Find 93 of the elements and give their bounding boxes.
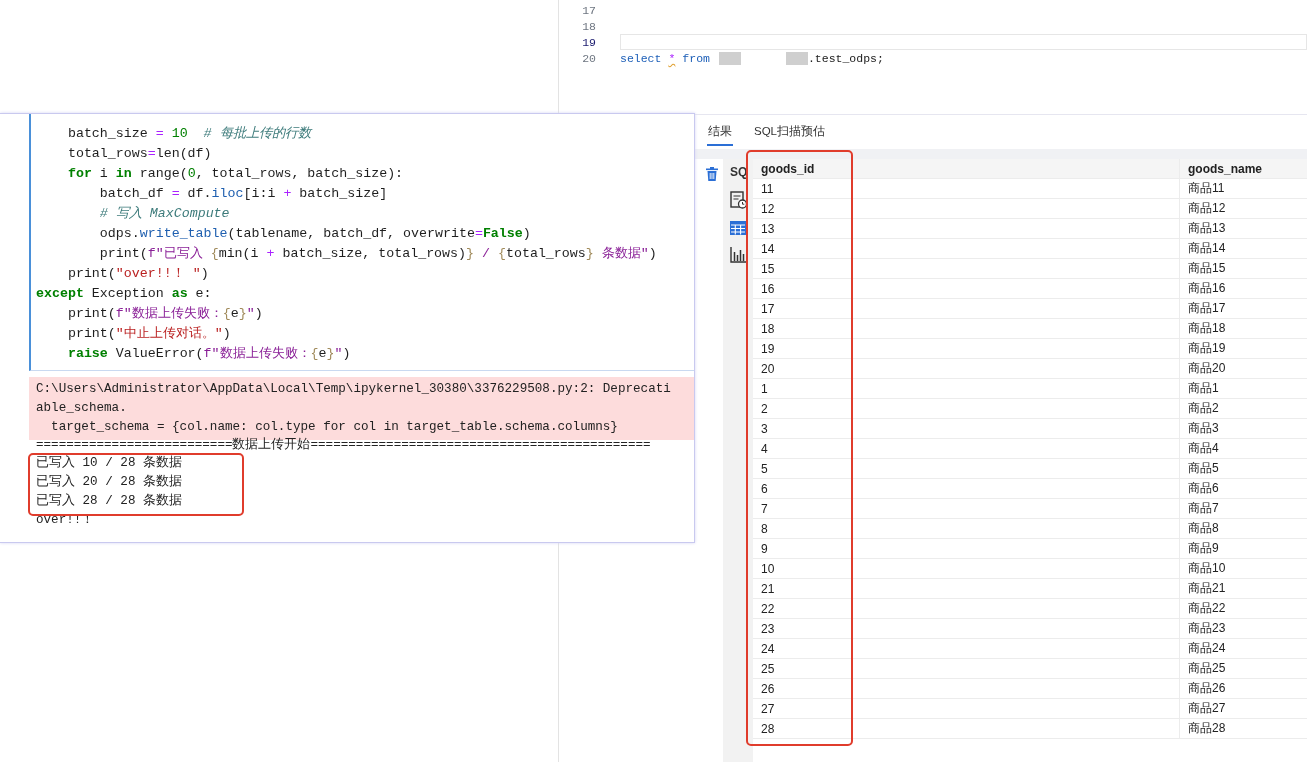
table-cell: 1 — [753, 379, 1180, 398]
table-cell: 23 — [753, 619, 1180, 638]
redaction-mark — [718, 51, 741, 65]
table-cell-text: 商品27 — [1187, 700, 1226, 717]
code-line: total_rows=len(df) — [66, 145, 213, 163]
table-cell: 15 — [753, 259, 1180, 278]
table-cell: 3 — [753, 419, 1180, 438]
report-icon[interactable] — [730, 191, 748, 209]
table-cell-text: 商品18 — [1187, 320, 1226, 337]
table-cell-text: 商品6 — [1187, 480, 1219, 497]
column-header: goods_name — [1187, 161, 1262, 176]
code-line: # 写入 MaxCompute — [98, 205, 231, 223]
table-cell-text: 商品10 — [1187, 560, 1226, 577]
table-cell-text: 商品15 — [1187, 260, 1226, 277]
table-cell-text: 商品3 — [1187, 420, 1219, 437]
table-cell: 6 — [753, 479, 1180, 498]
table-cell: 17 — [753, 299, 1180, 318]
result-tab[interactable]: SQL扫描预估 — [753, 118, 826, 146]
line-number: 20 — [581, 51, 596, 65]
table-cell: 24 — [753, 639, 1180, 658]
table-cell: 28 — [753, 719, 1180, 738]
table-cell: 5 — [753, 459, 1180, 478]
code-line: print(f"数据上传失败：{e}") — [66, 305, 264, 323]
table-cell: 18 — [753, 319, 1180, 338]
line-number: 19 — [581, 35, 596, 49]
table-cell: 25 — [753, 659, 1180, 678]
table-cell-text: 商品11 — [1187, 180, 1225, 197]
code-line: print(f"已写入 {min(i + batch_size, total_rows)} / {total_rows} 条数据") — [98, 245, 658, 263]
output-line: 已写入 10 / 28 条数据 — [36, 454, 184, 472]
table-icon[interactable] — [730, 221, 746, 235]
code-line: except Exception as e: — [36, 285, 213, 303]
code-line: odps.write_table(tablename, batch_df, overwrite=False) — [98, 225, 532, 243]
table-cell: 8 — [753, 519, 1180, 538]
table-cell-text: 商品16 — [1187, 280, 1226, 297]
table-cell-text: 商品23 — [1187, 620, 1226, 637]
table-cell: 9 — [753, 539, 1180, 558]
output-line: ==========================数据上传开始============================================= — [36, 439, 652, 454]
table-cell-text: 商品1 — [1187, 380, 1219, 397]
sql-code: from — [682, 51, 710, 65]
delete-icon[interactable] — [706, 167, 718, 181]
table-cell: 11 — [753, 179, 1180, 198]
table-cell: 7 — [753, 499, 1180, 518]
code-line: batch_df = df.iloc[i:i + batch_size] — [98, 185, 389, 203]
code-line: raise ValueError(f"数据上传失败：{e}") — [66, 345, 352, 363]
bar-chart-icon[interactable] — [730, 247, 746, 263]
column-header: goods_id — [753, 159, 1180, 178]
code-line: print("over!!！ ") — [66, 265, 210, 283]
table-cell: 13 — [753, 219, 1180, 238]
table-cell: 16 — [753, 279, 1180, 298]
line-number: 18 — [581, 19, 596, 33]
table-cell-text: 商品2 — [1187, 400, 1219, 417]
sql-code: select — [620, 51, 662, 65]
table-cell-text: 商品8 — [1187, 520, 1219, 537]
table-cell-text: 商品7 — [1187, 500, 1219, 517]
table-cell: 20 — [753, 359, 1180, 378]
table-cell-text: 商品4 — [1187, 440, 1219, 457]
output-line: 已写入 28 / 28 条数据 — [36, 492, 184, 510]
table-cell: 12 — [753, 199, 1180, 218]
output-line: 已写入 20 / 28 条数据 — [36, 473, 184, 491]
table-cell: 10 — [753, 559, 1180, 578]
code-line: for i in range(0, total_rows, batch_size): — [66, 165, 405, 183]
table-cell-text: 商品22 — [1187, 600, 1226, 617]
line-number: 17 — [581, 3, 596, 17]
table-cell-text: 商品26 — [1187, 680, 1226, 697]
table-cell: 19 — [753, 339, 1180, 358]
table-cell-text: 商品19 — [1187, 340, 1226, 357]
table-cell-text: 商品14 — [1187, 240, 1226, 257]
table-cell: 26 — [753, 679, 1180, 698]
table-cell: 4 — [753, 439, 1180, 458]
table-cell: 22 — [753, 599, 1180, 618]
table-cell-text: 商品12 — [1187, 200, 1226, 217]
table-cell-text: 商品20 — [1187, 360, 1226, 377]
table-cell-text: 商品17 — [1187, 300, 1226, 317]
table-cell: 14 — [753, 239, 1180, 258]
table-cell: 27 — [753, 699, 1180, 718]
sql-code: * — [668, 51, 676, 65]
table-cell: 2 — [753, 399, 1180, 418]
redaction-mark — [785, 51, 808, 65]
output-line: target_schema = {col.name: col.type for col in target_table.schema.columns} — [50, 419, 619, 436]
code-line: print("中止上传对话。") — [66, 325, 232, 343]
code-line: batch_size = 10 # 每批上传的行数 — [66, 125, 314, 143]
table-cell-text: 商品13 — [1187, 220, 1226, 237]
table-cell: 21 — [753, 579, 1180, 598]
table-cell-text: 商品21 — [1187, 580, 1226, 597]
table-cell-text: 商品28 — [1187, 720, 1226, 737]
table-cell-text: 商品25 — [1187, 660, 1226, 677]
output-line: C:\Users\Administrator\AppData\Local\Temp\ipykernel_30380\3376229508.py:2: Deprecati — [36, 381, 672, 398]
table-cell-text: 商品24 — [1187, 640, 1226, 657]
result-tab[interactable]: 结果 — [707, 118, 733, 146]
sql-code: .test_odps; — [807, 51, 884, 65]
table-cell-text: 商品5 — [1187, 460, 1219, 477]
output-line: able_schema. — [36, 400, 128, 417]
table-cell-text: 商品9 — [1187, 540, 1219, 557]
